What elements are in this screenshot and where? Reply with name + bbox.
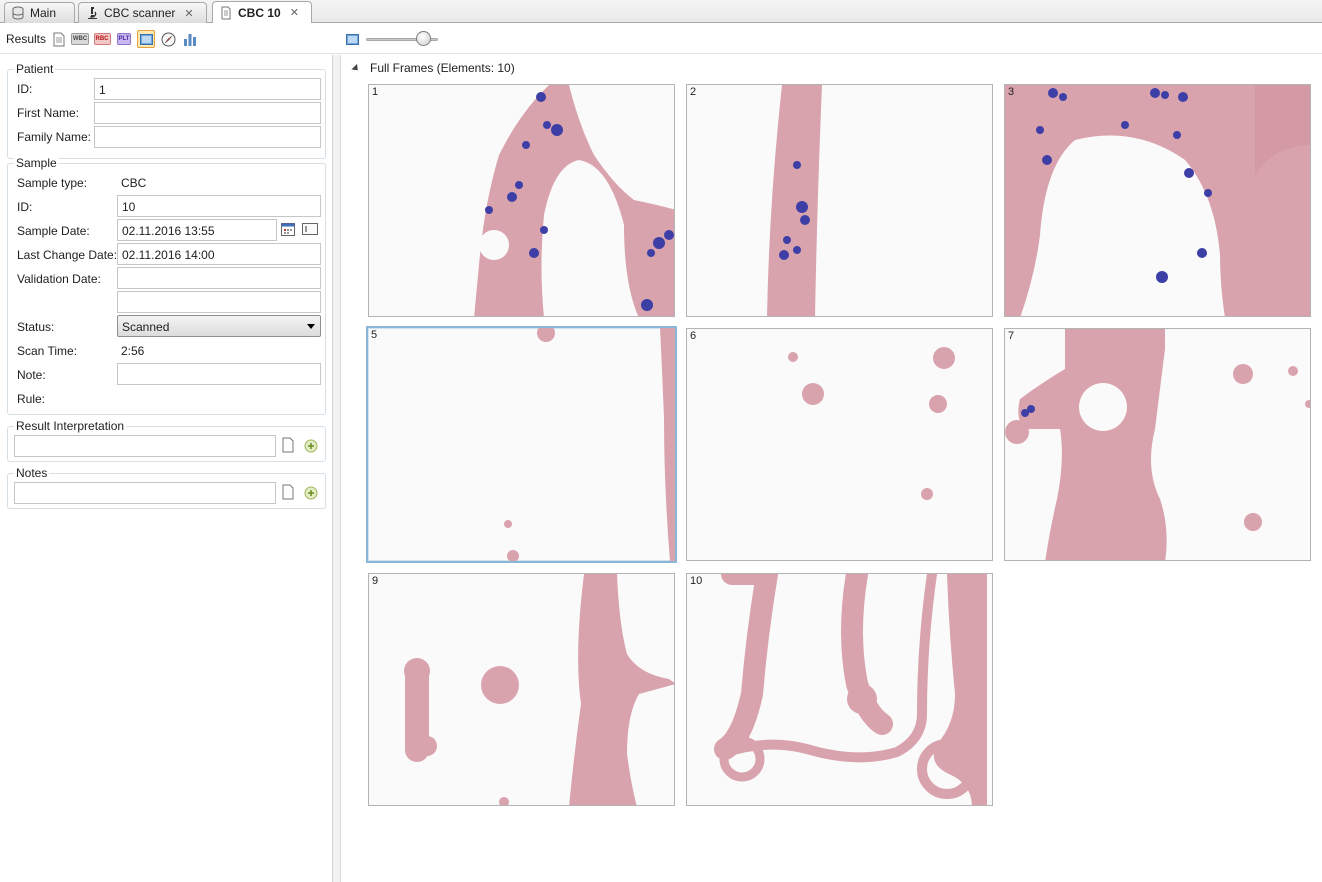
frame-number: 10 [690,575,703,587]
smear-image [714,574,987,805]
zoom-slider-thumb[interactable] [416,31,431,46]
group-title: Sample [14,156,59,170]
frame-thumbnail[interactable]: 3 [1004,84,1311,317]
last-change-label: Last Change Date: [17,248,118,262]
validation-date-field-2[interactable] [117,291,321,313]
frame-thumbnail[interactable]: 6 [686,328,993,561]
wbc-icon[interactable]: WBC [70,30,90,48]
frame-number: 9 [372,575,379,587]
status-label: Status: [17,320,55,334]
frame-size-icon [343,30,361,48]
frame-number: 5 [371,329,378,341]
add-icon[interactable] [304,439,318,455]
document-icon[interactable] [282,484,296,500]
frame-thumbnail[interactable]: 1 [368,84,675,317]
compass-icon[interactable] [159,30,177,48]
toolbar-label: Results [6,32,47,46]
tab-label: CBC scanner [104,6,176,20]
group-title: Notes [14,466,50,480]
database-icon [11,6,25,20]
notes-field[interactable] [14,482,276,504]
first-name-field[interactable] [94,102,321,124]
status-select[interactable]: Scanned [117,315,321,337]
tab-label: Main [30,6,57,20]
patient-group: Patient ID: 1 First Name: Family Name: [7,62,326,159]
sample-date-label: Sample Date: [17,224,90,238]
frame-number: 6 [690,330,697,342]
collapse-icon[interactable] [351,63,361,73]
microscope-icon [85,6,99,20]
document-icon [219,6,233,20]
status-select-value: Scanned [122,320,170,334]
patient-id-field[interactable]: 1 [94,78,321,100]
chevron-down-icon [307,324,315,329]
sample-type-label: Sample type: [17,176,88,190]
tab-cbc-scanner[interactable]: CBC scanner ✕ [78,2,207,23]
family-name-field[interactable] [94,126,321,148]
result-interpretation-field[interactable] [14,435,276,457]
results-toolbar: Results WBC RBC PLT [0,24,1322,54]
sample-id-field[interactable]: 10 [117,195,321,217]
calendar-icon[interactable] [281,222,295,238]
frame-thumbnail[interactable]: 5 [366,326,677,563]
result-interpretation-group: Result Interpretation [7,419,326,462]
frame-thumbnail[interactable]: 9 [368,573,675,806]
full-frames-header[interactable]: Full Frames (Elements: 10) [351,61,515,75]
close-icon[interactable]: ✕ [184,7,193,20]
smear-image [504,328,675,561]
first-name-label: First Name: [17,106,80,120]
smear-image [788,347,955,500]
sample-details-panel: Patient ID: 1 First Name: Family Name: S… [0,55,333,882]
frame-thumbnail[interactable]: 7 [1004,328,1311,561]
bar-chart-icon[interactable] [181,30,199,48]
last-change-field[interactable]: 02.11.2016 14:00 [117,243,321,265]
scan-time-value: 2:56 [121,344,145,358]
document-icon[interactable] [282,437,296,453]
full-frames-icon[interactable] [137,30,155,48]
section-title: Full Frames (Elements: 10) [370,61,515,75]
frame-number: 7 [1008,330,1015,342]
frame-number: 1 [372,86,379,98]
smear-image [767,85,822,316]
notes-group: Notes [7,466,326,509]
scan-time-label: Scan Time: [17,344,78,358]
group-title: Patient [14,62,56,76]
close-icon[interactable]: ✕ [290,6,299,19]
note-field[interactable] [117,363,321,385]
validation-date-field[interactable] [117,267,321,289]
smear-image [404,574,674,805]
group-title: Result Interpretation [14,419,127,433]
add-icon[interactable] [304,486,318,502]
frame-number: 3 [1008,86,1015,98]
frame-thumbnail[interactable]: 2 [686,84,993,317]
tab-main[interactable]: Main [4,2,75,23]
note-label: Note: [17,368,46,382]
time-picker-icon[interactable] [302,223,318,235]
rule-label: Rule: [17,392,46,406]
smear-image [1005,329,1310,560]
panel-splitter[interactable] [333,55,341,882]
sample-date-field[interactable]: 02.11.2016 13:55 [117,219,277,241]
patient-id-label: ID: [17,82,33,96]
frame-thumbnail[interactable]: 10 [686,573,993,806]
sample-id-label: ID: [17,200,33,214]
tab-cbc-10[interactable]: CBC 10 ✕ [212,1,312,23]
validation-date-label: Validation Date: [17,272,101,286]
frame-number: 2 [690,86,697,98]
tab-label: CBC 10 [238,5,281,20]
report-icon[interactable] [50,30,68,48]
smear-image [1005,85,1310,316]
sample-group: Sample Sample type: CBC ID: 10 Sample Da… [7,156,326,415]
family-name-label: Family Name: [17,130,92,144]
tab-strip: Main CBC scanner ✕ CBC 10 ✕ [0,0,1322,23]
sample-type-value: CBC [121,176,147,190]
plt-icon[interactable]: PLT [115,30,133,48]
smear-image [474,85,674,316]
rbc-icon[interactable]: RBC [93,30,111,48]
